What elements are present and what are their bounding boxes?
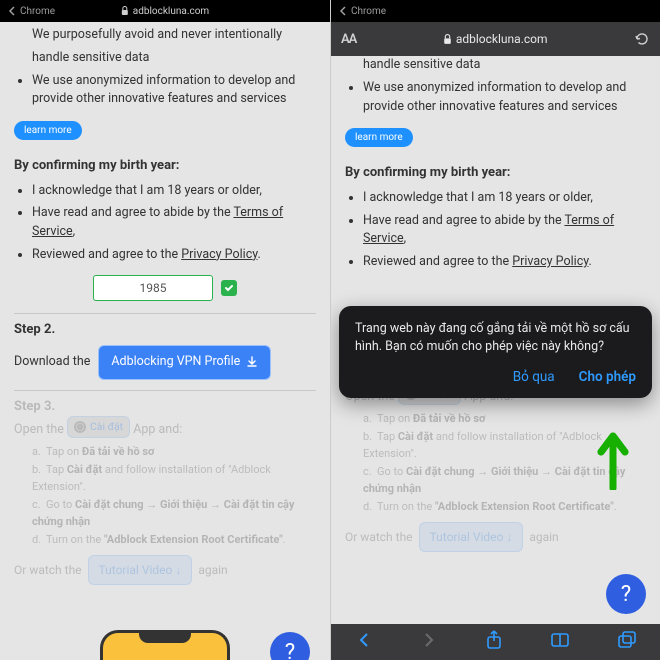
learn-more-button[interactable]: learn more <box>345 128 413 147</box>
checkmark-icon <box>221 280 237 296</box>
confirm-item-tos: Have read and agree to abide by the Term… <box>363 212 646 250</box>
step2-label: Step 2. <box>14 320 316 340</box>
url-bar[interactable]: adblockluna.com <box>364 32 626 46</box>
help-fab[interactable]: ? <box>606 574 646 614</box>
prev-app-label[interactable]: Chrome <box>20 6 55 17</box>
statusbar: Chrome <box>331 0 660 22</box>
intro-item: We use anonymized information to develop… <box>32 72 316 110</box>
tabs-button[interactable] <box>617 631 637 653</box>
settings-app-pill: Cài đặt <box>67 416 130 438</box>
step3-substeps: a.Tap on Đã tải về hồ sơ b.Tap Cài đặt a… <box>32 444 316 549</box>
bookmarks-button[interactable] <box>550 632 570 652</box>
share-button[interactable] <box>485 630 503 654</box>
step3-open-line: Open the Cài đặt App and: <box>14 416 316 440</box>
gear-icon <box>74 421 86 433</box>
reload-icon[interactable] <box>634 32 650 46</box>
birth-year-input[interactable]: 1985 <box>93 275 213 301</box>
privacy-policy-link[interactable]: Privacy Policy <box>181 247 257 262</box>
text-size-button[interactable]: AA <box>341 32 356 47</box>
privacy-policy-link[interactable]: Privacy Policy <box>512 254 588 269</box>
dialog-allow-button[interactable]: Cho phép <box>579 368 636 388</box>
dialog-dismiss-button[interactable]: Bỏ qua <box>513 368 555 388</box>
tutorial-video-button[interactable]: Tutorial Video ↓ <box>419 522 524 552</box>
intro-list: We purposefully avoid and never intentio… <box>32 26 316 45</box>
url-text: adblockluna.com <box>456 32 548 46</box>
watch-post: again <box>529 528 558 546</box>
chevron-left-icon <box>8 6 16 16</box>
divider <box>14 313 316 314</box>
intro-item-cont: handle sensitive data <box>363 56 646 75</box>
divider <box>14 390 316 391</box>
birth-year-row: 1985 <box>14 275 316 301</box>
safari-tabbar <box>331 624 660 660</box>
safari-nav-bar: AA adblockluna.com <box>331 22 660 56</box>
watch-pre: Or watch the <box>345 528 413 546</box>
download-icon <box>246 356 258 368</box>
prev-app-label[interactable]: Chrome <box>351 6 386 17</box>
intro-item: We use anonymized information to develop… <box>363 79 646 117</box>
phone-illustration <box>100 630 230 660</box>
lock-icon <box>443 34 452 45</box>
download-profile-button[interactable]: Adblocking VPN Profile <box>98 345 271 380</box>
tutorial-video-button[interactable]: Tutorial Video ↓ <box>88 555 193 585</box>
back-button[interactable] <box>355 631 373 653</box>
confirm-heading: By confirming my birth year: <box>14 156 316 176</box>
statusbar: Chrome adblockluna.com <box>0 0 330 22</box>
watch-pre: Or watch the <box>14 561 82 579</box>
confirm-heading: By confirming my birth year: <box>345 163 646 183</box>
confirm-item-age: I acknowledge that I am 18 years or olde… <box>32 182 316 201</box>
download-pre: Download the <box>14 353 90 372</box>
intro-item: We purposefully avoid and never intentio… <box>32 26 316 45</box>
intro-item-cont: handle sensitive data <box>32 49 316 68</box>
confirm-item-pp: Reviewed and agree to the Privacy Policy… <box>363 253 646 272</box>
learn-more-button[interactable]: learn more <box>14 121 82 140</box>
watch-post: again <box>198 561 227 579</box>
help-fab[interactable]: ? <box>270 632 310 660</box>
url-text: adblockluna.com <box>133 6 209 17</box>
forward-button <box>420 631 438 653</box>
config-profile-dialog: Trang web này đang cố gắng tải về một hồ… <box>339 306 652 398</box>
chevron-left-icon <box>339 6 347 16</box>
arrow-up-icon <box>596 430 630 494</box>
confirm-item-age: I acknowledge that I am 18 years or olde… <box>363 189 646 208</box>
url-bar: adblockluna.com <box>121 6 209 17</box>
dialog-body: Trang web này đang cố gắng tải về một hồ… <box>355 320 636 356</box>
step3-label: Step 3. <box>14 397 316 417</box>
confirm-item-pp: Reviewed and agree to the Privacy Policy… <box>32 246 316 265</box>
lock-icon <box>121 6 129 16</box>
confirm-item-tos: Have read and agree to abide by the Term… <box>32 204 316 242</box>
